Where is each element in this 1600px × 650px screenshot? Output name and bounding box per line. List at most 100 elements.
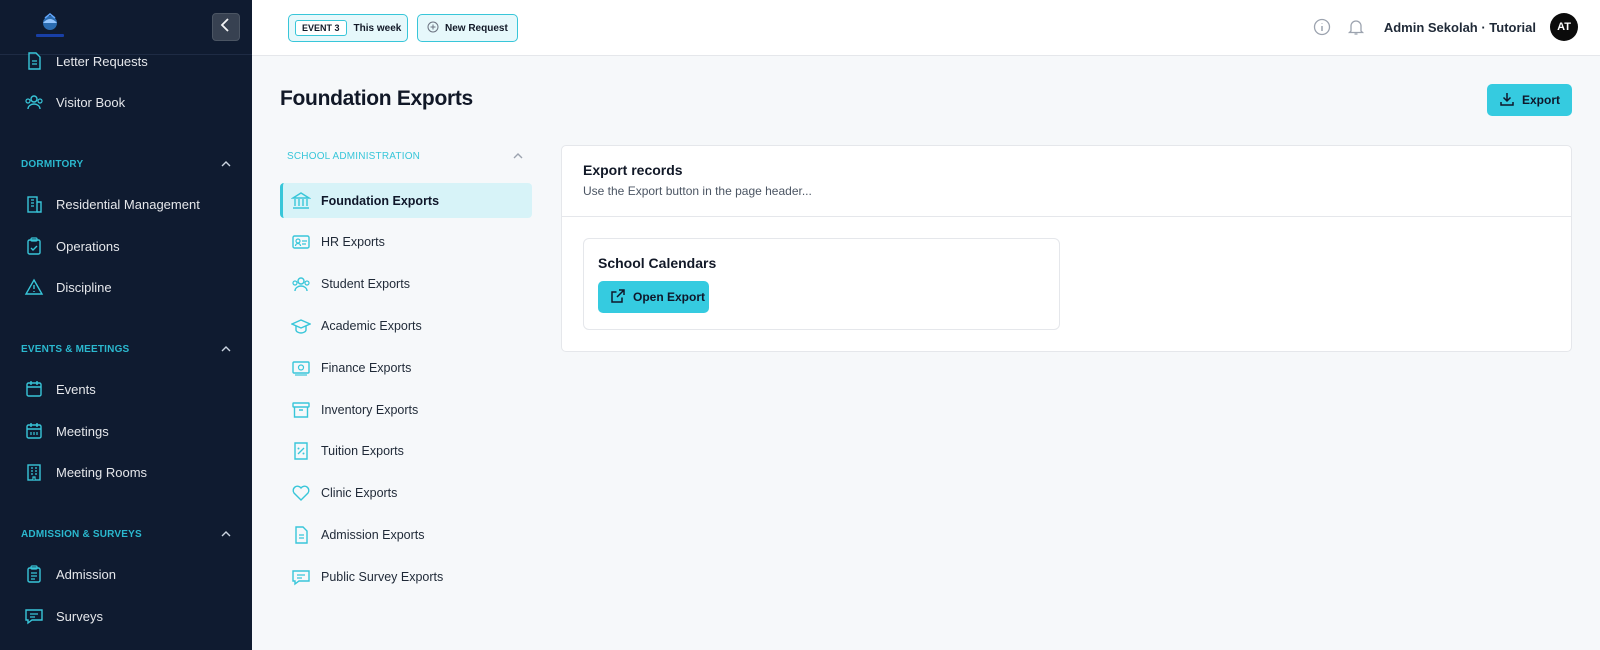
card-title: Export records xyxy=(583,162,683,178)
sidebar-section-events-meetings[interactable]: EVENTS & MEETINGS xyxy=(21,344,231,355)
sidebar-item-operations[interactable]: Operations xyxy=(24,231,120,261)
avatar[interactable]: AT xyxy=(1550,13,1578,41)
sidebar-item-visitor-book[interactable]: Visitor Book xyxy=(24,87,125,117)
sidebar-item-label: Surveys xyxy=(56,608,103,624)
subnav-section-title: SCHOOL ADMINISTRATION xyxy=(287,151,421,162)
sidebar-item-residential-management[interactable]: Residential Management xyxy=(24,189,200,219)
sidebar-item-label: Letter Requests xyxy=(56,53,148,69)
subnav-item-hr-exports[interactable]: HR Exports xyxy=(280,224,532,259)
sidebar-item-meeting-rooms[interactable]: Meeting Rooms xyxy=(24,457,147,487)
page-title: Foundation Exports xyxy=(280,87,473,110)
subnav-item-label: Admission Exports xyxy=(321,527,425,542)
bank-icon xyxy=(291,191,311,211)
subnav-section-school-administration[interactable]: SCHOOL ADMINISTRATION xyxy=(287,151,523,162)
event-period: This week xyxy=(353,22,402,34)
building-icon xyxy=(24,194,44,214)
bell-icon[interactable] xyxy=(1346,17,1366,37)
section-title: EVENTS & MEETINGS xyxy=(21,344,130,355)
calendar-icon xyxy=(24,379,44,399)
sidebar-item-label: Meetings xyxy=(56,423,109,439)
topbar: EVENT 3 This week New Request Admin Seko… xyxy=(252,0,1600,56)
sidebar-item-admission[interactable]: Admission xyxy=(24,559,116,589)
subnav-item-public-survey-exports[interactable]: Public Survey Exports xyxy=(280,559,532,594)
card-subtitle: Use the Export button in the page header… xyxy=(583,184,812,198)
new-request-label: New Request xyxy=(445,22,508,34)
subnav-item-finance-exports[interactable]: Finance Exports xyxy=(280,350,532,385)
subnav-item-label: Public Survey Exports xyxy=(321,569,444,584)
sidebar-item-surveys[interactable]: Surveys xyxy=(24,601,103,631)
topbar-right: Admin Sekolah · Tutorial AT xyxy=(1312,13,1578,41)
sidebar-section-admission-surveys[interactable]: ADMISSION & SURVEYS xyxy=(21,529,231,540)
heart-icon xyxy=(291,483,311,503)
subnav-item-label: Student Exports xyxy=(321,276,410,291)
sidebar: Letter Requests Visitor Book DORMITORY R… xyxy=(0,0,252,650)
chevron-up-icon[interactable] xyxy=(221,344,231,355)
subnav-item-clinic-exports[interactable]: Clinic Exports xyxy=(280,475,532,510)
building-icon xyxy=(24,462,44,482)
subnav-item-academic-exports[interactable]: Academic Exports xyxy=(280,308,532,343)
chevron-up-icon[interactable] xyxy=(221,159,231,170)
school-logo[interactable] xyxy=(32,12,68,40)
subnav-item-admission-exports[interactable]: Admission Exports xyxy=(280,517,532,552)
warning-icon xyxy=(24,277,44,297)
clipboard-icon xyxy=(24,564,44,584)
plus-circle-icon xyxy=(427,21,439,36)
subnav-item-label: Inventory Exports xyxy=(321,402,419,417)
cash-icon xyxy=(291,358,311,378)
graduation-cap-icon xyxy=(291,316,311,336)
event-tag: EVENT 3 xyxy=(295,20,347,36)
chevron-left-icon xyxy=(220,17,232,37)
message-icon xyxy=(24,606,44,626)
subnav-item-label: Tuition Exports xyxy=(321,443,404,458)
sidebar-item-label: Meeting Rooms xyxy=(56,464,148,480)
sidebar-item-label: Events xyxy=(56,381,96,397)
open-export-label: Open Export xyxy=(633,290,706,304)
open-export-button[interactable]: Open Export xyxy=(598,281,709,313)
users-icon xyxy=(291,274,311,294)
subnav-item-label: Foundation Exports xyxy=(321,193,440,208)
export-item-title: School Calendars xyxy=(598,255,717,271)
export-item-card: School Calendars Open Export xyxy=(583,238,1060,330)
user-name[interactable]: Admin Sekolah · Tutorial xyxy=(1384,20,1536,35)
document-icon xyxy=(24,51,44,71)
sidebar-item-letter-requests[interactable]: Letter Requests xyxy=(24,46,148,76)
subnav-item-label: Finance Exports xyxy=(321,360,412,375)
subnav-item-label: Clinic Exports xyxy=(321,485,398,500)
sidebar-item-events[interactable]: Events xyxy=(24,374,96,404)
subnav-item-label: HR Exports xyxy=(321,234,385,249)
sidebar-item-discipline[interactable]: Discipline xyxy=(24,272,112,302)
event-filter-pill[interactable]: EVENT 3 This week xyxy=(288,14,409,42)
subnav-item-foundation-exports[interactable]: Foundation Exports xyxy=(280,183,532,218)
subnav-item-student-exports[interactable]: Student Exports xyxy=(280,266,532,301)
sidebar-item-label: Admission xyxy=(56,566,116,582)
calendar-grid-icon xyxy=(24,421,44,441)
document-icon xyxy=(291,525,311,545)
export-records-card: Export records Use the Export button in … xyxy=(561,145,1572,352)
subnav-item-inventory-exports[interactable]: Inventory Exports xyxy=(280,392,532,427)
sidebar-item-label: Residential Management xyxy=(56,196,200,212)
card-header: Export records Use the Export button in … xyxy=(562,146,1571,217)
section-title: ADMISSION & SURVEYS xyxy=(21,529,142,540)
sidebar-section-dormitory[interactable]: DORMITORY xyxy=(21,159,231,170)
users-icon xyxy=(24,92,44,112)
download-icon xyxy=(1499,91,1515,110)
export-button[interactable]: Export xyxy=(1486,84,1572,116)
external-link-icon xyxy=(610,288,626,307)
section-title: DORMITORY xyxy=(21,159,84,170)
export-label: Export xyxy=(1521,93,1560,107)
message-icon xyxy=(291,567,311,587)
id-card-icon xyxy=(291,232,311,252)
new-request-button[interactable]: New Request xyxy=(417,14,518,42)
chevron-up-icon[interactable] xyxy=(513,151,523,162)
chevron-up-icon[interactable] xyxy=(221,529,231,540)
archive-icon xyxy=(291,400,311,420)
sidebar-item-meetings[interactable]: Meetings xyxy=(24,416,109,446)
subnav-item-tuition-exports[interactable]: Tuition Exports xyxy=(280,433,532,468)
receipt-icon xyxy=(291,441,311,461)
clipboard-check-icon xyxy=(24,236,44,256)
sidebar-item-label: Discipline xyxy=(56,279,112,295)
sidebar-item-label: Visitor Book xyxy=(56,94,126,110)
subnav-item-label: Academic Exports xyxy=(321,318,422,333)
info-icon[interactable] xyxy=(1312,17,1332,37)
collapse-sidebar-button[interactable] xyxy=(212,13,240,41)
